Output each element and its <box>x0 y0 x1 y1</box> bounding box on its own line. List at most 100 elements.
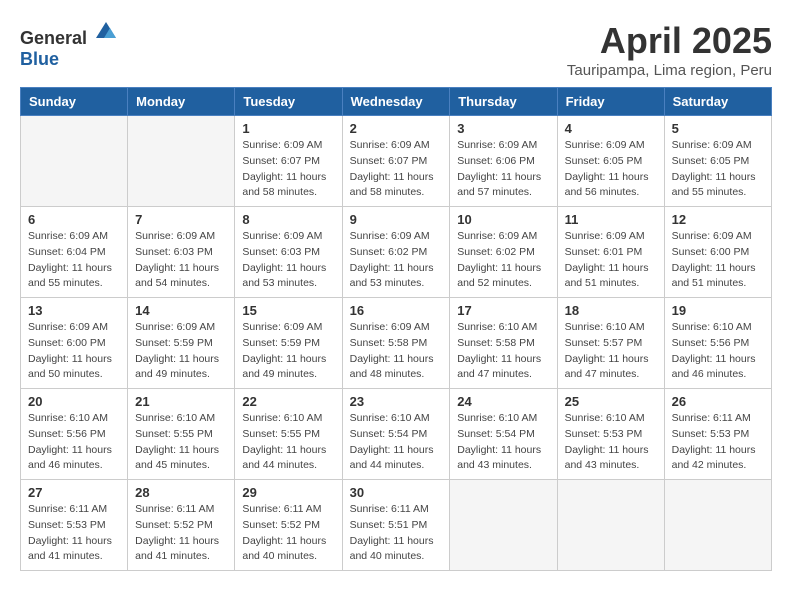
day-number: 24 <box>457 394 549 409</box>
day-number: 8 <box>242 212 334 227</box>
day-detail: Sunrise: 6:10 AM Sunset: 5:54 PM Dayligh… <box>457 411 549 474</box>
logo-general: General <box>20 28 87 48</box>
header-row: Sunday Monday Tuesday Wednesday Thursday… <box>21 88 772 116</box>
month-title: April 2025 <box>567 20 772 62</box>
day-detail: Sunrise: 6:10 AM Sunset: 5:55 PM Dayligh… <box>242 411 334 474</box>
day-detail: Sunrise: 6:11 AM Sunset: 5:53 PM Dayligh… <box>28 502 120 565</box>
day-detail: Sunrise: 6:09 AM Sunset: 6:02 PM Dayligh… <box>350 229 443 292</box>
day-number: 6 <box>28 212 120 227</box>
day-cell: 22 Sunrise: 6:10 AM Sunset: 5:55 PM Dayli… <box>235 389 342 480</box>
day-number: 29 <box>242 485 334 500</box>
week-row-2: 6 Sunrise: 6:09 AM Sunset: 6:04 PM Daylig… <box>21 207 772 298</box>
day-cell: 18Sunrise: 6:10 AM Sunset: 5:57 PM Dayli… <box>557 298 664 389</box>
day-number: 10 <box>457 212 549 227</box>
day-cell: 8 Sunrise: 6:09 AM Sunset: 6:03 PM Daylig… <box>235 207 342 298</box>
day-detail: Sunrise: 6:09 AM Sunset: 6:03 PM Dayligh… <box>135 229 227 292</box>
day-detail: Sunrise: 6:09 AM Sunset: 6:05 PM Dayligh… <box>565 138 657 201</box>
week-row-4: 20 Sunrise: 6:10 AM Sunset: 5:56 PM Dayli… <box>21 389 772 480</box>
logo-icon <box>94 20 118 44</box>
day-detail: Sunrise: 6:11 AM Sunset: 5:53 PM Dayligh… <box>672 411 764 474</box>
title-section: April 2025 Tauripampa, Lima region, Peru <box>567 20 772 79</box>
day-number: 2 <box>350 121 443 136</box>
day-number: 28 <box>135 485 227 500</box>
day-detail: Sunrise: 6:09 AM Sunset: 6:06 PM Dayligh… <box>457 138 549 201</box>
day-detail: Sunrise: 6:09 AM Sunset: 6:07 PM Dayligh… <box>242 138 334 201</box>
day-cell: 19Sunrise: 6:10 AM Sunset: 5:56 PM Dayli… <box>664 298 771 389</box>
day-number: 4 <box>565 121 657 136</box>
day-cell: 26 Sunrise: 6:11 AM Sunset: 5:53 PM Dayli… <box>664 389 771 480</box>
week-row-5: 27 Sunrise: 6:11 AM Sunset: 5:53 PM Dayli… <box>21 480 772 571</box>
day-number: 9 <box>350 212 443 227</box>
day-detail: Sunrise: 6:10 AM Sunset: 5:56 PM Dayligh… <box>28 411 120 474</box>
day-cell: 15Sunrise: 6:09 AM Sunset: 5:59 PM Dayli… <box>235 298 342 389</box>
header: General Blue April 2025 Tauripampa, Lima… <box>20 20 772 79</box>
day-cell <box>21 116 128 207</box>
day-number: 3 <box>457 121 549 136</box>
day-number: 26 <box>672 394 764 409</box>
day-detail: Sunrise: 6:09 AM Sunset: 6:04 PM Dayligh… <box>28 229 120 292</box>
logo-text: General Blue <box>20 20 118 70</box>
day-detail: Sunrise: 6:10 AM Sunset: 5:58 PM Dayligh… <box>457 320 549 383</box>
week-row-1: 1Sunrise: 6:09 AM Sunset: 6:07 PM Daylig… <box>21 116 772 207</box>
day-cell <box>128 116 235 207</box>
day-number: 19 <box>672 303 764 318</box>
logo: General Blue <box>20 20 118 70</box>
day-cell: 7Sunrise: 6:09 AM Sunset: 6:03 PM Daylig… <box>128 207 235 298</box>
col-monday: Monday <box>128 88 235 116</box>
day-detail: Sunrise: 6:09 AM Sunset: 6:01 PM Dayligh… <box>565 229 657 292</box>
day-detail: Sunrise: 6:10 AM Sunset: 5:54 PM Dayligh… <box>350 411 443 474</box>
day-cell <box>664 480 771 571</box>
day-detail: Sunrise: 6:09 AM Sunset: 6:03 PM Dayligh… <box>242 229 334 292</box>
day-number: 11 <box>565 212 657 227</box>
day-detail: Sunrise: 6:10 AM Sunset: 5:53 PM Dayligh… <box>565 411 657 474</box>
day-detail: Sunrise: 6:09 AM Sunset: 5:59 PM Dayligh… <box>135 320 227 383</box>
calendar-table: Sunday Monday Tuesday Wednesday Thursday… <box>20 87 772 571</box>
day-cell: 9 Sunrise: 6:09 AM Sunset: 6:02 PM Daylig… <box>342 207 450 298</box>
day-cell: 30 Sunrise: 6:11 AM Sunset: 5:51 PM Dayli… <box>342 480 450 571</box>
day-number: 22 <box>242 394 334 409</box>
day-number: 21 <box>135 394 227 409</box>
day-cell: 10 Sunrise: 6:09 AM Sunset: 6:02 PM Dayli… <box>450 207 557 298</box>
day-cell <box>450 480 557 571</box>
page-wrapper: General Blue April 2025 Tauripampa, Lima… <box>20 20 772 571</box>
day-cell: 21 Sunrise: 6:10 AM Sunset: 5:55 PM Dayli… <box>128 389 235 480</box>
day-number: 16 <box>350 303 443 318</box>
logo-blue: Blue <box>20 49 59 69</box>
day-number: 17 <box>457 303 549 318</box>
day-detail: Sunrise: 6:11 AM Sunset: 5:52 PM Dayligh… <box>135 502 227 565</box>
day-detail: Sunrise: 6:11 AM Sunset: 5:52 PM Dayligh… <box>242 502 334 565</box>
day-cell: 2 Sunrise: 6:09 AM Sunset: 6:07 PM Daylig… <box>342 116 450 207</box>
day-cell: 5 Sunrise: 6:09 AM Sunset: 6:05 PM Daylig… <box>664 116 771 207</box>
col-wednesday: Wednesday <box>342 88 450 116</box>
col-saturday: Saturday <box>664 88 771 116</box>
day-number: 18 <box>565 303 657 318</box>
day-detail: Sunrise: 6:11 AM Sunset: 5:51 PM Dayligh… <box>350 502 443 565</box>
day-cell: 24 Sunrise: 6:10 AM Sunset: 5:54 PM Dayli… <box>450 389 557 480</box>
col-thursday: Thursday <box>450 88 557 116</box>
col-sunday: Sunday <box>21 88 128 116</box>
day-detail: Sunrise: 6:09 AM Sunset: 6:05 PM Dayligh… <box>672 138 764 201</box>
day-detail: Sunrise: 6:09 AM Sunset: 5:59 PM Dayligh… <box>242 320 334 383</box>
day-detail: Sunrise: 6:09 AM Sunset: 6:02 PM Dayligh… <box>457 229 549 292</box>
day-number: 12 <box>672 212 764 227</box>
day-detail: Sunrise: 6:09 AM Sunset: 6:00 PM Dayligh… <box>672 229 764 292</box>
day-number: 27 <box>28 485 120 500</box>
day-detail: Sunrise: 6:09 AM Sunset: 6:07 PM Dayligh… <box>350 138 443 201</box>
day-cell: 14 Sunrise: 6:09 AM Sunset: 5:59 PM Dayli… <box>128 298 235 389</box>
day-number: 14 <box>135 303 227 318</box>
day-detail: Sunrise: 6:10 AM Sunset: 5:55 PM Dayligh… <box>135 411 227 474</box>
day-cell: 11 Sunrise: 6:09 AM Sunset: 6:01 PM Dayli… <box>557 207 664 298</box>
day-cell: 28 Sunrise: 6:11 AM Sunset: 5:52 PM Dayli… <box>128 480 235 571</box>
day-number: 30 <box>350 485 443 500</box>
location-subtitle: Tauripampa, Lima region, Peru <box>567 62 772 79</box>
day-cell: 13Sunrise: 6:09 AM Sunset: 6:00 PM Dayli… <box>21 298 128 389</box>
day-cell: 16Sunrise: 6:09 AM Sunset: 5:58 PM Dayli… <box>342 298 450 389</box>
day-cell <box>557 480 664 571</box>
day-number: 20 <box>28 394 120 409</box>
day-number: 5 <box>672 121 764 136</box>
col-tuesday: Tuesday <box>235 88 342 116</box>
day-cell: 1Sunrise: 6:09 AM Sunset: 6:07 PM Daylig… <box>235 116 342 207</box>
day-cell: 3 Sunrise: 6:09 AM Sunset: 6:06 PM Daylig… <box>450 116 557 207</box>
day-cell: 4 Sunrise: 6:09 AM Sunset: 6:05 PM Daylig… <box>557 116 664 207</box>
day-cell: 23Sunrise: 6:10 AM Sunset: 5:54 PM Dayli… <box>342 389 450 480</box>
